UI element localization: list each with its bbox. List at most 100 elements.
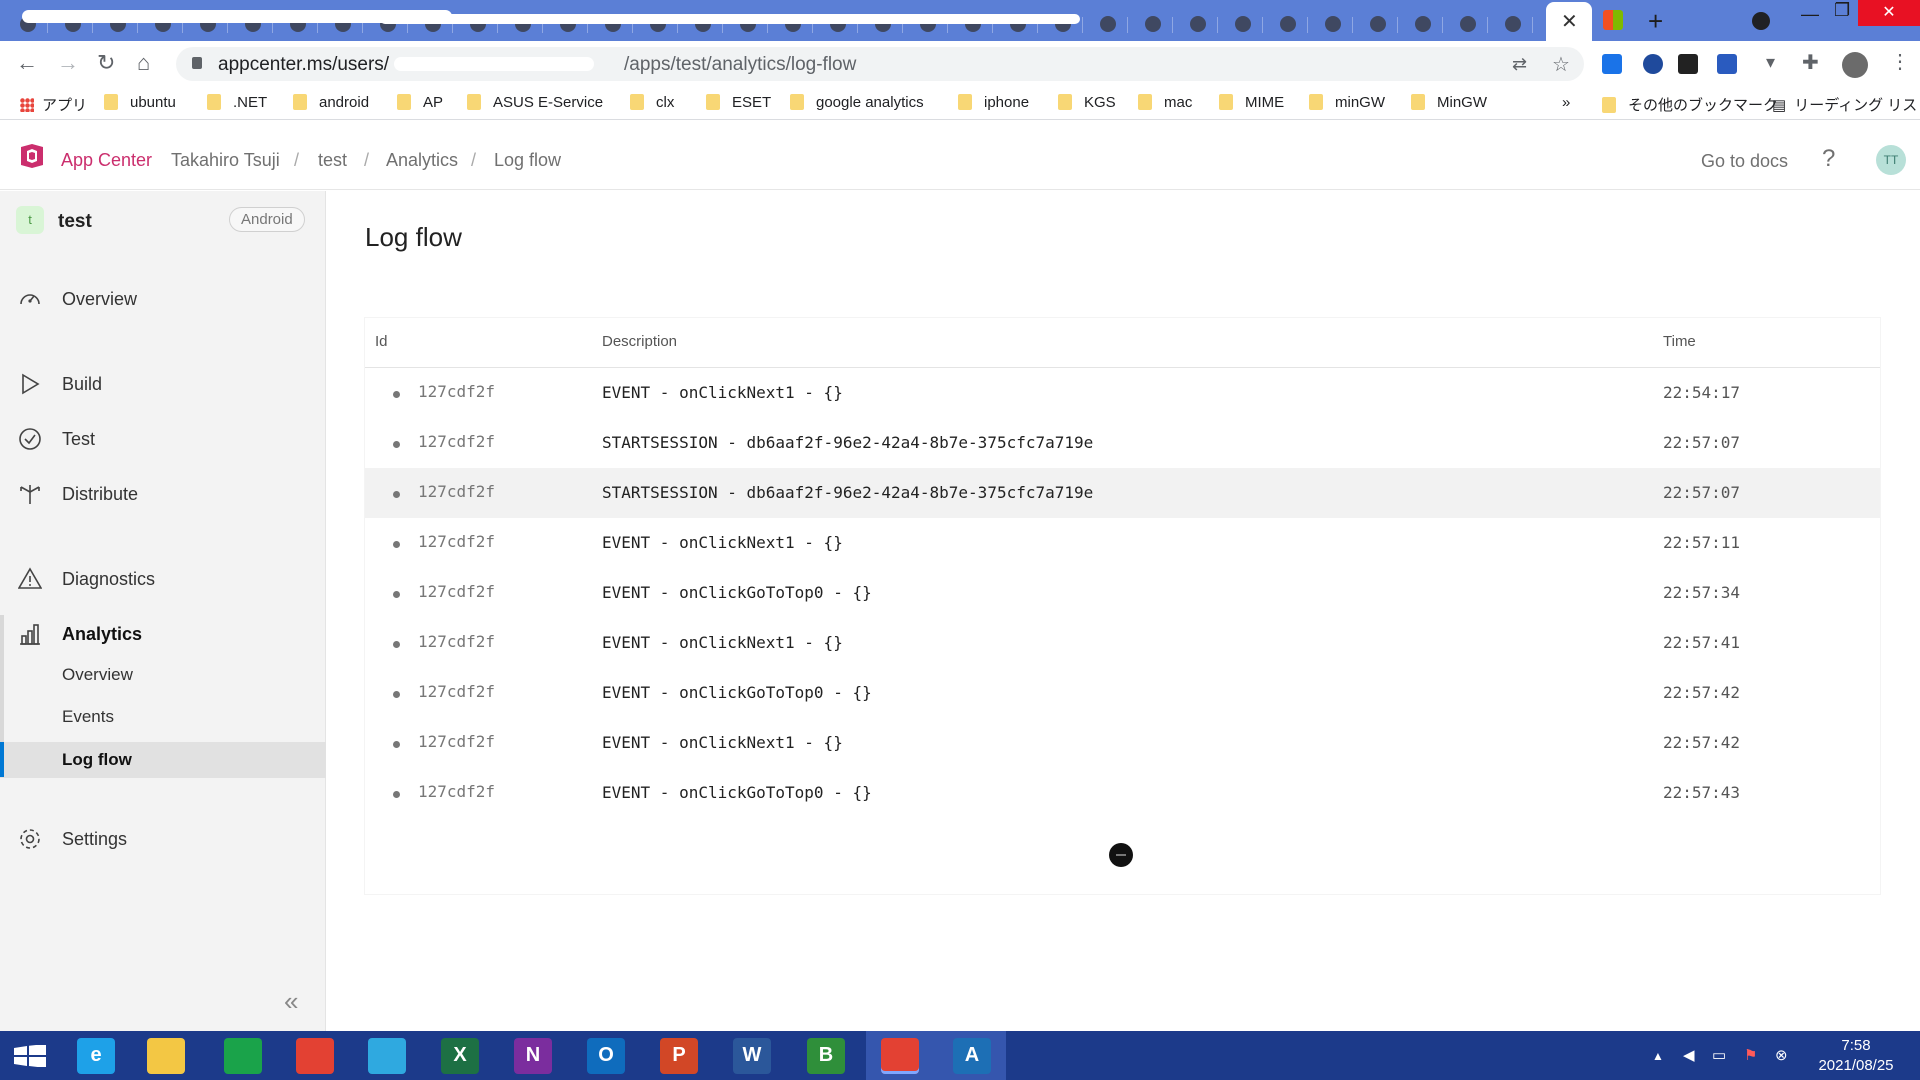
bookmark-folder[interactable]: clx <box>630 94 674 111</box>
bookmark-apps[interactable]: アプリ <box>20 94 87 115</box>
sidebar-item-diagnostics[interactable]: Diagnostics <box>0 561 326 597</box>
bookmark-folder[interactable]: AP <box>397 94 443 111</box>
help-icon[interactable]: ? <box>1822 145 1835 173</box>
tray-chevron-icon[interactable]: ▲ <box>1652 1049 1664 1063</box>
app-b-icon[interactable]: B <box>807 1038 845 1074</box>
extensions-puzzle-icon[interactable]: ✚ <box>1802 50 1819 75</box>
browser-tab[interactable] <box>1178 8 1218 41</box>
excel-icon[interactable]: X <box>441 1038 479 1074</box>
android-studio-icon[interactable]: A <box>953 1038 991 1074</box>
extension-screen-icon[interactable] <box>1717 54 1737 74</box>
bookmark-folder[interactable]: MIME <box>1219 94 1284 111</box>
bookmark-folder[interactable]: minGW <box>1309 94 1385 111</box>
table-row[interactable]: 127cdf2f EVENT - onClickNext1 - {} 22:57:4… <box>365 718 1880 768</box>
browser-tab[interactable] <box>863 8 903 41</box>
browser-tab[interactable] <box>1133 8 1173 41</box>
go-to-docs-link[interactable]: Go to docs <box>1701 151 1788 172</box>
word-icon[interactable]: W <box>733 1038 771 1074</box>
browser-tab[interactable] <box>1313 8 1353 41</box>
browser-tab[interactable] <box>638 8 678 41</box>
sidebar-subitem-log-flow[interactable]: Log flow <box>0 742 326 778</box>
breadcrumb-app[interactable]: test <box>318 150 347 171</box>
notification-flag-icon[interactable]: ⚑ <box>1744 1046 1757 1064</box>
bookmark-star-icon[interactable]: ☆ <box>1552 52 1570 77</box>
browser-tab[interactable] <box>1403 8 1443 41</box>
chrome-icon[interactable] <box>296 1038 334 1074</box>
bookmark-folder[interactable]: ESET <box>706 94 771 111</box>
profile-avatar-icon[interactable] <box>1842 52 1868 78</box>
restore-icon[interactable]: ❐ <box>1834 0 1850 21</box>
browser-tab[interactable] <box>728 8 768 41</box>
edge-icon[interactable] <box>368 1038 406 1074</box>
sidebar-item-test[interactable]: Test <box>0 421 326 457</box>
table-row[interactable]: 127cdf2f STARTSESSION - db6aaf2f-96e2-42a… <box>365 418 1880 468</box>
chrome-open-icon[interactable] <box>881 1038 919 1074</box>
user-avatar[interactable]: TT <box>1876 145 1906 175</box>
browser-tab[interactable] <box>1268 8 1308 41</box>
browser-tab[interactable] <box>1223 8 1263 41</box>
network-icon[interactable]: ▭ <box>1712 1046 1726 1064</box>
home-icon[interactable]: ⌂ <box>137 50 150 76</box>
sidebar-item-build[interactable]: Build <box>0 366 326 402</box>
taskbar-clock[interactable]: 7:58 2021/08/25 <box>1806 1036 1906 1076</box>
brand-name[interactable]: App Center <box>61 150 152 171</box>
bookmark-folder[interactable]: android <box>293 94 369 111</box>
breadcrumb-user[interactable]: Takahiro Tsuji <box>171 150 280 171</box>
file-explorer-icon[interactable] <box>147 1038 185 1074</box>
bookmark-folder[interactable]: MinGW <box>1411 94 1487 111</box>
browser-tab[interactable] <box>503 8 543 41</box>
collapse-sidebar-icon[interactable]: « <box>284 986 298 1017</box>
volume-icon[interactable]: ◀ <box>1683 1046 1695 1064</box>
extension-binary-icon[interactable] <box>1678 54 1698 74</box>
forward-icon[interactable]: → <box>57 50 79 76</box>
microsoft-tab-icon[interactable] <box>1603 10 1623 30</box>
browser-tab[interactable] <box>683 8 723 41</box>
bookmark-folder[interactable]: google analytics <box>790 94 924 111</box>
table-row[interactable]: 127cdf2f EVENT - onClickGoToTop0 - {} 22:5… <box>365 668 1880 718</box>
sidebar-item-settings[interactable]: Settings <box>0 821 326 857</box>
close-tab-icon[interactable]: ✕ <box>1561 9 1578 34</box>
sidebar-subitem-overview[interactable]: Overview <box>0 657 326 693</box>
table-row[interactable]: 127cdf2f EVENT - onClickNext1 - {} 22:57:1… <box>365 518 1880 568</box>
table-row[interactable]: 127cdf2f EVENT - onClickGoToTop0 - {} 22:5… <box>365 768 1880 818</box>
outlook-icon[interactable]: O <box>587 1038 625 1074</box>
table-row[interactable]: 127cdf2f EVENT - onClickNext1 - {} 22:57:4… <box>365 618 1880 668</box>
window-close-button[interactable]: ✕ <box>1858 0 1920 26</box>
browser-tab[interactable] <box>773 8 813 41</box>
onenote-icon[interactable]: N <box>514 1038 552 1074</box>
bookmark-folder[interactable]: mac <box>1138 94 1192 111</box>
sidebar-item-analytics[interactable]: Analytics <box>0 616 326 652</box>
extension-y-icon[interactable] <box>1643 54 1663 74</box>
sidebar-item-distribute[interactable]: Distribute <box>0 476 326 512</box>
browser-tab[interactable] <box>908 8 948 41</box>
bookmark-folder[interactable]: KGS <box>1058 94 1116 111</box>
close-circle-icon[interactable]: ⊗ <box>1775 1046 1788 1064</box>
reading-list[interactable]: ▤ リーディング リスト <box>1772 94 1920 115</box>
browser-tab[interactable] <box>1043 8 1083 41</box>
bookmark-folder[interactable]: iphone <box>958 94 1029 111</box>
windows-start-icon[interactable] <box>14 1045 46 1067</box>
reload-icon[interactable]: ↻ <box>97 50 115 76</box>
sidebar-item-overview[interactable]: Overview <box>0 281 326 317</box>
minimize-icon[interactable]: — <box>1801 4 1819 25</box>
menu-kebab-icon[interactable]: ⋮ <box>1890 49 1910 74</box>
powerpoint-icon[interactable]: P <box>660 1038 698 1074</box>
tab-search-icon[interactable] <box>1752 12 1770 30</box>
table-row[interactable]: 127cdf2f STARTSESSION - db6aaf2f-96e2-42a… <box>365 468 1880 518</box>
sidebar-subitem-events[interactable]: Events <box>0 699 326 735</box>
extension-grid-icon[interactable] <box>1602 54 1622 74</box>
back-icon[interactable]: ← <box>16 50 38 76</box>
other-bookmarks[interactable]: その他のブックマーク <box>1602 94 1778 115</box>
bookmarks-overflow-icon[interactable]: » <box>1562 94 1570 111</box>
browser-tab[interactable] <box>1448 8 1488 41</box>
browser-tab[interactable] <box>1493 8 1533 41</box>
translate-icon[interactable]: ⇄ <box>1512 54 1527 75</box>
table-row[interactable]: 127cdf2f EVENT - onClickNext1 - {} 22:54:1… <box>365 368 1880 418</box>
ie-icon[interactable]: e <box>77 1038 115 1074</box>
browser-tab[interactable] <box>593 8 633 41</box>
browser-tab[interactable] <box>1088 8 1128 41</box>
address-bar[interactable]: appcenter.ms/users/ /apps/test/analytics… <box>176 47 1584 81</box>
browser-tab[interactable] <box>458 8 498 41</box>
bookmark-folder[interactable]: ASUS E-Service <box>467 94 603 111</box>
chevron-down-icon[interactable]: ▾ <box>1766 52 1775 73</box>
